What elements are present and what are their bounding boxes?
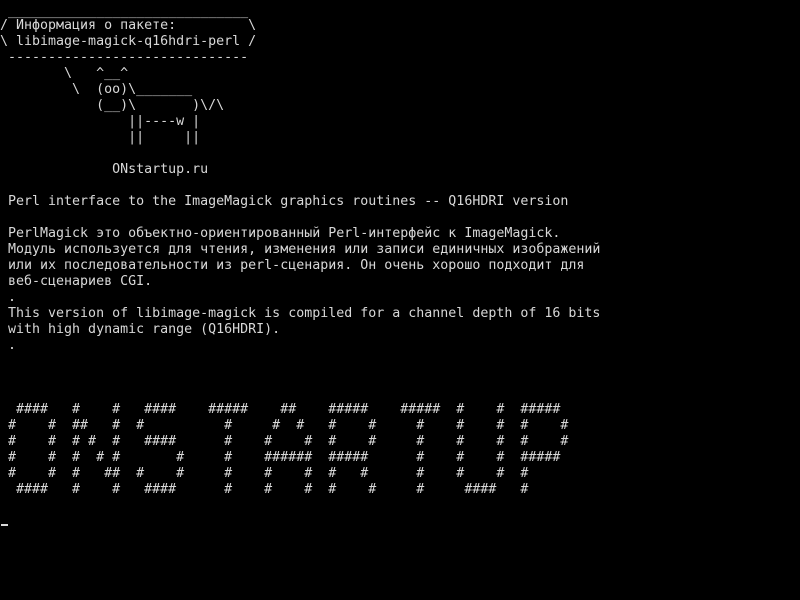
description-line: This version of libimage-magick is compi… bbox=[0, 306, 601, 321]
balloon-bottom-border: ------------------------------ bbox=[0, 50, 249, 65]
description-line: with high dynamic range (Q16HDRI). bbox=[0, 322, 281, 337]
balloon-package-name: \ libimage-magick-q16hdri-perl / bbox=[0, 34, 257, 49]
banner-line: #### # # #### # # # # # # #### # bbox=[0, 482, 529, 497]
banner-line: #### # # #### ##### ## ##### ##### # # #… bbox=[0, 402, 561, 417]
terminal-screen[interactable]: ______________________________ / Информа… bbox=[0, 0, 800, 600]
balloon-title: / Информация о пакете: \ bbox=[0, 18, 257, 33]
site-name: ONstartup.ru bbox=[0, 162, 209, 177]
cow-art-line: || || bbox=[0, 130, 201, 145]
package-summary: Perl interface to the ImageMagick graphi… bbox=[0, 194, 569, 209]
banner-line: # # # # # # # ###### ##### # # # ##### bbox=[0, 450, 561, 465]
cow-art-line: \ ^__^ bbox=[0, 66, 129, 81]
cow-art-line: (__)\ )\/\ bbox=[0, 98, 225, 113]
description-line: Модуль используется для чтения, изменени… bbox=[0, 242, 601, 257]
description-line: . bbox=[0, 338, 17, 353]
banner-line: # # # # # #### # # # # # # # # # # bbox=[0, 434, 569, 449]
description-line: PerlMagick это объектно-ориентированный … bbox=[0, 226, 561, 241]
description-line: или их последовательности из perl-сценар… bbox=[0, 258, 585, 273]
cow-art-line: \ (oo)\_______ bbox=[0, 82, 193, 97]
cow-art-line: ||----w | bbox=[0, 114, 201, 129]
banner-line: # # ## # # # # # # # # # # # # bbox=[0, 418, 569, 433]
banner-line: # # # ## # # # # # # # # # # # bbox=[0, 466, 529, 481]
description-line: веб-сценариев CGI. bbox=[0, 274, 153, 289]
text-cursor bbox=[1, 524, 8, 526]
description-line: . bbox=[0, 290, 17, 305]
